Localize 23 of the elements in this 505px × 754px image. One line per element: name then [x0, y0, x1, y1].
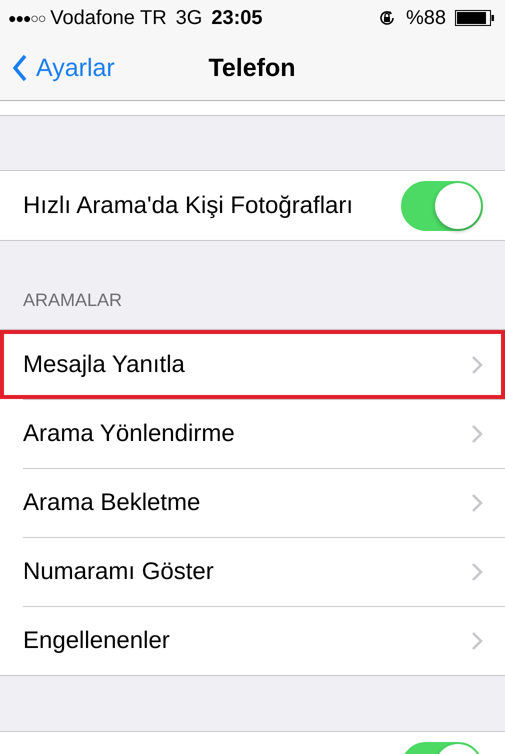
chevron-icon: [471, 630, 483, 650]
chevron-icon: [471, 492, 483, 512]
battery-icon: [455, 9, 495, 27]
row-label: Engellenenler: [23, 626, 170, 654]
row-label: Numaramı Göster: [23, 558, 214, 586]
screen-title: Telefon: [208, 54, 296, 82]
section-header: ARAMALAR: [23, 290, 122, 311]
row-label: Hızlı Arama'da Kişi Fotoğrafları: [23, 192, 354, 220]
settings-row[interactable]: Mesajla Yanıtla: [0, 330, 505, 399]
back-chevron-icon: [12, 54, 28, 82]
chevron-icon: [471, 562, 483, 582]
chevron-icon: [471, 424, 483, 444]
row-label: Arama Yönlendirme: [23, 420, 235, 448]
toggle-switch[interactable]: [401, 180, 483, 230]
chevron-icon: [471, 354, 483, 374]
network-type: 3G: [176, 6, 202, 30]
back-button[interactable]: Ayarlar: [0, 54, 115, 82]
battery-percentage: %88: [406, 6, 446, 30]
clock-time: 23:05: [211, 6, 263, 30]
carrier-name: Vodafone TR: [50, 6, 167, 30]
signal-strength: ●●●○○: [8, 10, 46, 26]
row-label: Mesajla Yanıtla: [23, 350, 185, 378]
row-label: Arama Bekletme: [23, 488, 200, 516]
